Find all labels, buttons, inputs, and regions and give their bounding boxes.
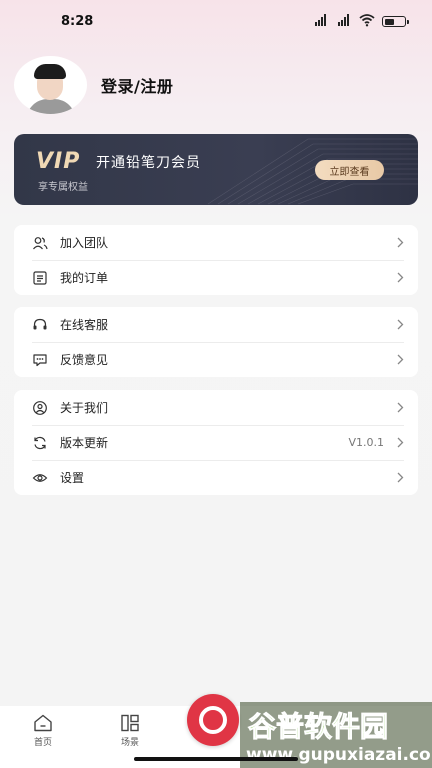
feedback-icon xyxy=(32,352,48,368)
chevron-right-icon xyxy=(397,472,404,483)
home-icon xyxy=(34,714,52,732)
chevron-right-icon xyxy=(397,237,404,248)
headset-icon xyxy=(32,317,48,333)
record-icon xyxy=(199,706,227,734)
chevron-right-icon xyxy=(397,354,404,365)
vip-title: 开通铅笔刀会员 xyxy=(96,155,201,171)
svg-text:谷普软件园: 谷普软件园 xyxy=(248,710,388,743)
chevron-right-icon xyxy=(397,272,404,283)
menu-item-label: 关于我们 xyxy=(60,401,109,415)
menu-item-version-update[interactable]: 版本更新 V1.0.1 xyxy=(14,425,418,460)
chevron-right-icon xyxy=(397,402,404,413)
tab-home-label: 首页 xyxy=(33,738,52,748)
menu-item-label: 版本更新 xyxy=(60,436,109,450)
about-icon xyxy=(32,400,48,416)
menu-item-online-service[interactable]: 在线客服 xyxy=(14,307,418,342)
team-icon xyxy=(32,235,48,251)
record-button[interactable] xyxy=(187,694,239,746)
svg-text:www.gupuxiazai.com: www.gupuxiazai.com xyxy=(246,745,432,765)
eye-icon xyxy=(32,470,48,486)
vip-view-button[interactable]: 立即查看 xyxy=(315,160,384,180)
status-bar: 8:28 xyxy=(0,0,432,44)
menu-item-label: 设置 xyxy=(60,471,85,485)
chevron-right-icon xyxy=(397,319,404,330)
menu-item-label: 反馈意见 xyxy=(60,353,109,367)
battery-icon xyxy=(382,16,409,27)
menu-item-my-orders[interactable]: 我的订单 xyxy=(14,260,418,295)
menu-item-about-us[interactable]: 关于我们 xyxy=(14,390,418,425)
chevron-right-icon xyxy=(397,437,404,448)
version-value: V1.0.1 xyxy=(348,436,384,449)
menu-item-join-team[interactable]: 加入团队 xyxy=(14,225,418,260)
avatar[interactable] xyxy=(14,56,87,114)
menu-group-1: 加入团队 我的订单 xyxy=(14,225,418,295)
menu-item-label: 我的订单 xyxy=(60,271,109,285)
menu-item-feedback[interactable]: 反馈意见 xyxy=(14,342,418,377)
tab-scene-label: 场景 xyxy=(120,738,139,748)
menu-group-3: 关于我们 版本更新 V1.0.1 设置 xyxy=(14,390,418,495)
menu-item-label: 在线客服 xyxy=(60,318,109,332)
menu-group-2: 在线客服 反馈意见 xyxy=(14,307,418,377)
menu-item-settings[interactable]: 设置 xyxy=(14,460,418,495)
vip-logo: VIP xyxy=(36,149,81,174)
scene-icon xyxy=(121,714,139,732)
vip-banner[interactable]: VIP 开通铅笔刀会员 享专属权益 立即查看 xyxy=(14,134,418,205)
menu-item-label: 加入团队 xyxy=(60,236,109,250)
refresh-icon xyxy=(32,435,48,451)
signal-icon-2 xyxy=(338,14,349,26)
vip-subtitle: 享专属权益 xyxy=(38,182,88,193)
home-indicator xyxy=(134,757,298,761)
profile-header[interactable]: 登录/注册 xyxy=(14,56,173,114)
wifi-icon xyxy=(359,14,375,27)
tab-scene[interactable]: 场景 xyxy=(110,714,150,748)
order-icon xyxy=(32,270,48,286)
login-register-link[interactable]: 登录/注册 xyxy=(101,73,173,97)
status-time: 8:28 xyxy=(61,14,94,29)
signal-icon xyxy=(315,14,326,26)
tab-home[interactable]: 首页 xyxy=(23,714,63,748)
